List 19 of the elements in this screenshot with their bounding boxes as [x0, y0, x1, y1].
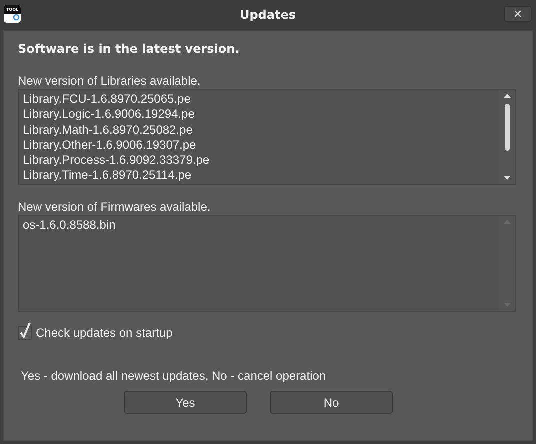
list-label: New version of Firmwares available.	[18, 200, 212, 214]
yes-button[interactable]: Yes	[124, 391, 247, 414]
scroll-down-icon[interactable]	[504, 176, 510, 180]
hint-text: Yes - download all newest updates, No - cancel operation	[21, 369, 328, 383]
scroll-up-icon[interactable]	[504, 94, 510, 98]
window-title: Updates	[240, 8, 296, 22]
list-item[interactable]: Library.Logic-1.6.9006.19294.pe	[23, 107, 495, 123]
checkbox-label: Check updates on startup	[36, 326, 173, 340]
list-item[interactable]: Library.Process-1.6.9092.33379.pe	[23, 153, 495, 168]
status-message: Software is in the latest version.	[18, 42, 241, 56]
list-item[interactable]: os-1.6.0.8588.bin	[23, 218, 495, 234]
list-item[interactable]: Library.Time-1.6.8970.25114.pe	[23, 168, 495, 184]
list-item[interactable]: Library.Math-1.6.8970.25082.pe	[23, 122, 495, 138]
list-item[interactable]: Library.Other-1.6.9006.19307.pe	[23, 138, 495, 154]
list-label: New version of Libraries available.	[18, 74, 202, 88]
no-button[interactable]: No	[270, 391, 393, 414]
list-item[interactable]: Library.FCU-1.6.8970.25065.pe	[23, 92, 495, 108]
close-button[interactable]: ✕	[504, 6, 532, 22]
scroll-thumb[interactable]	[504, 104, 510, 150]
